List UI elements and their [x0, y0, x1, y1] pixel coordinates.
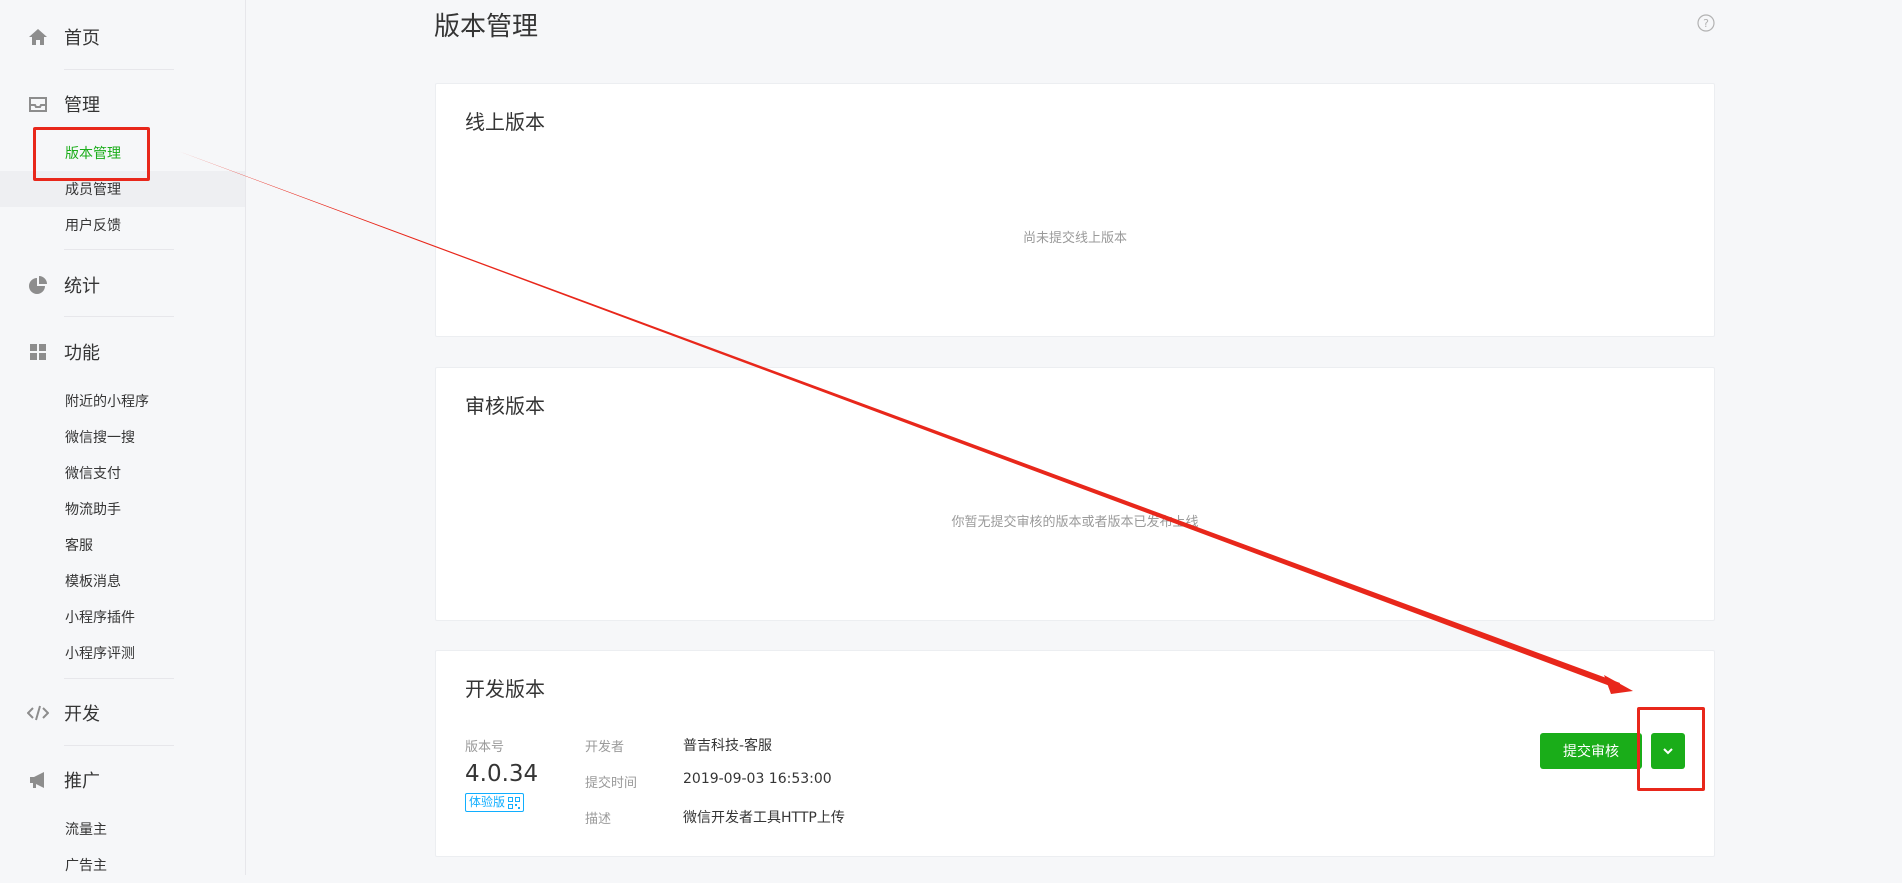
- version-number: 4.0.34: [465, 761, 539, 787]
- developer-value: 普吉科技-客服: [683, 738, 773, 754]
- developer-label: 开发者: [585, 740, 625, 755]
- card-title: 线上版本: [465, 110, 545, 134]
- sidebar-item-template[interactable]: 模板消息: [0, 563, 245, 599]
- divider: [64, 745, 174, 746]
- card-title: 审核版本: [465, 394, 545, 418]
- trial-version-tag-label: 体验版: [469, 795, 506, 809]
- sidebar-item-label: 广告主: [65, 858, 107, 874]
- annotation-highlight-box: [1637, 707, 1705, 791]
- version-number-label: 版本号: [465, 740, 505, 755]
- sidebar-item-plugin[interactable]: 小程序插件: [0, 599, 245, 635]
- sidebar-item-label: 模板消息: [65, 574, 121, 590]
- sidebar-item-evaluate[interactable]: 小程序评测: [0, 635, 245, 671]
- grid-icon: [27, 341, 49, 363]
- nav-stats-label: 统计: [64, 276, 100, 297]
- divider: [64, 316, 174, 317]
- sidebar-item-search[interactable]: 微信搜一搜: [0, 419, 245, 455]
- empty-state-text: 你暂无提交审核的版本或者版本已发布上线: [951, 515, 1199, 530]
- sidebar-item-user-feedback[interactable]: 用户反馈: [0, 207, 245, 243]
- divider: [64, 678, 174, 679]
- annotation-highlight-box: [33, 127, 150, 181]
- help-icon[interactable]: ?: [1697, 14, 1715, 32]
- dev-version-card: 开发版本 版本号 4.0.34 体验版 开发者 普吉科技-客服 提交时间 201…: [435, 650, 1715, 857]
- nav-dev[interactable]: 开发: [0, 693, 245, 733]
- nav-features-label: 功能: [64, 343, 100, 364]
- megaphone-icon: [27, 769, 49, 791]
- nav-dev-label: 开发: [64, 704, 100, 725]
- sidebar-item-label: 微信支付: [65, 466, 121, 482]
- nav-home-label: 首页: [64, 28, 100, 49]
- sidebar-item-label: 附近的小程序: [65, 394, 149, 410]
- sidebar-item-label: 客服: [65, 538, 93, 554]
- sidebar-item-traffic[interactable]: 流量主: [0, 811, 245, 847]
- trial-version-tag[interactable]: 体验版: [465, 793, 525, 812]
- page-title: 版本管理: [434, 12, 539, 42]
- sidebar-item-pay[interactable]: 微信支付: [0, 455, 245, 491]
- nav-manage-label: 管理: [64, 95, 100, 116]
- pie-chart-icon: [27, 274, 49, 296]
- description-label: 描述: [585, 812, 612, 827]
- empty-state-text: 尚未提交线上版本: [1022, 231, 1127, 246]
- submit-review-button[interactable]: 提交审核: [1540, 733, 1642, 769]
- qrcode-icon: [508, 796, 521, 809]
- sidebar-item-nearby[interactable]: 附近的小程序: [0, 383, 245, 419]
- submit-time-value: 2019-09-03 16:53:00: [683, 771, 832, 787]
- sidebar-item-label: 小程序插件: [65, 610, 135, 626]
- code-icon: [27, 702, 49, 724]
- svg-text:?: ?: [1703, 17, 1709, 30]
- nav-manage[interactable]: 管理: [0, 84, 245, 124]
- nav-features[interactable]: 功能: [0, 332, 245, 372]
- description-value: 微信开发者工具HTTP上传: [683, 810, 845, 826]
- card-title: 开发版本: [465, 677, 545, 701]
- review-version-card: 审核版本 你暂无提交审核的版本或者版本已发布上线: [435, 367, 1715, 621]
- home-icon: [27, 26, 49, 48]
- online-version-card: 线上版本 尚未提交线上版本: [435, 83, 1715, 337]
- sidebar-item-advertiser[interactable]: 广告主: [0, 847, 245, 883]
- nav-home[interactable]: 首页: [0, 17, 245, 57]
- submit-time-label: 提交时间: [585, 776, 638, 791]
- divider: [64, 69, 174, 70]
- sidebar-item-label: 微信搜一搜: [65, 430, 135, 446]
- sidebar-item-service[interactable]: 客服: [0, 527, 245, 563]
- nav-promo[interactable]: 推广: [0, 760, 245, 800]
- sidebar-item-logistics[interactable]: 物流助手: [0, 491, 245, 527]
- sidebar-item-label: 用户反馈: [65, 218, 121, 234]
- sidebar-item-label: 流量主: [65, 822, 107, 838]
- inbox-icon: [27, 93, 49, 115]
- nav-promo-label: 推广: [64, 771, 100, 792]
- divider: [64, 249, 174, 250]
- nav-stats[interactable]: 统计: [0, 265, 245, 305]
- sidebar-item-label: 成员管理: [65, 182, 121, 198]
- sidebar-item-label: 小程序评测: [65, 646, 135, 662]
- sidebar-item-label: 物流助手: [65, 502, 121, 518]
